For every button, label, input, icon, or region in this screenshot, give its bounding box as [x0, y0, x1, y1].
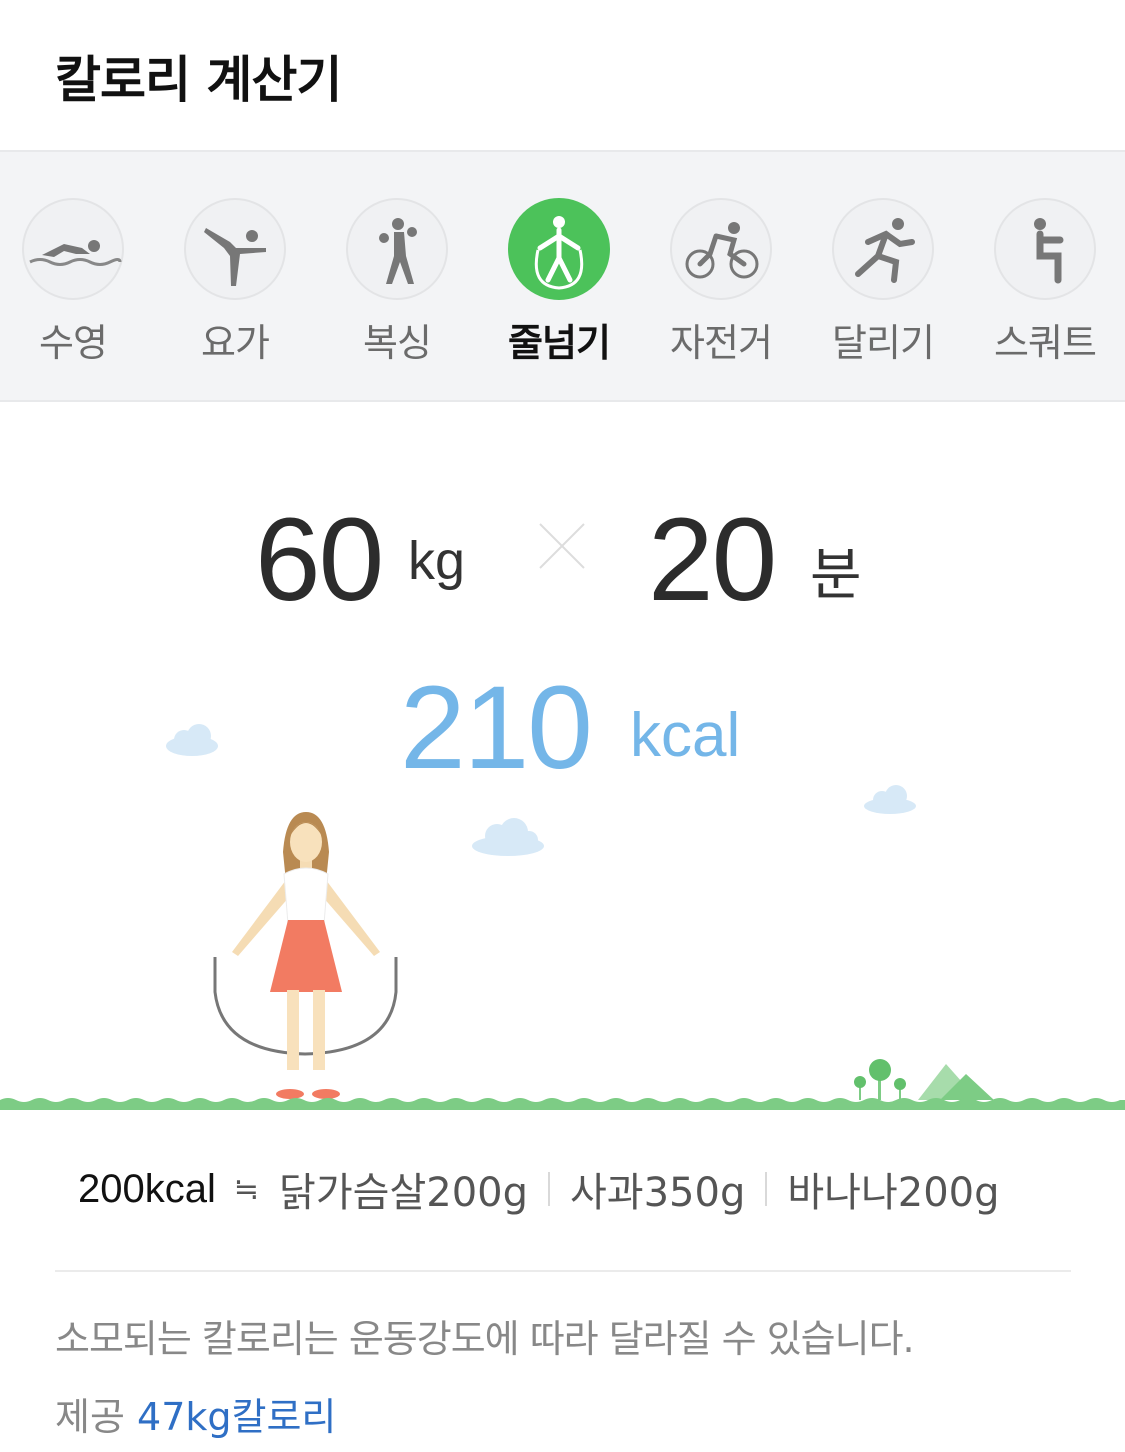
weight-unit: kg [408, 531, 466, 591]
section-divider [55, 1270, 1071, 1272]
boxing-icon [346, 198, 448, 300]
tree-icon [854, 1059, 906, 1100]
exercise-tabs: 수영 요가 복싱 줄넘기 자전거 달리기 스쿼트 [0, 150, 1125, 402]
food-item: 닭가슴살200g [279, 1170, 528, 1216]
tab-jump-rope[interactable]: 줄넘기 [494, 198, 624, 368]
weight-value[interactable]: 60 [255, 492, 384, 628]
provider-link[interactable]: 47kg칼로리 [137, 1395, 336, 1439]
tab-swimming[interactable]: 수영 [8, 198, 138, 368]
cycling-icon [670, 198, 772, 300]
tab-boxing[interactable]: 복싱 [332, 198, 462, 368]
tab-label: 스쿼트 [994, 321, 1097, 365]
tab-label: 수영 [39, 321, 108, 365]
notice-text: 소모되는 칼로리는 운동강도에 따라 달라질 수 있습니다. [55, 1317, 915, 1361]
cloud-icon [472, 818, 544, 856]
jump-rope-icon [508, 198, 610, 300]
girl-figure [232, 812, 380, 1099]
header: 칼로리 계산기 [0, 0, 1125, 150]
equiv-base: 200kcal [78, 1166, 216, 1211]
divider [765, 1172, 768, 1206]
yoga-icon [184, 198, 286, 300]
tab-label: 복싱 [363, 321, 432, 365]
squat-icon [994, 198, 1096, 300]
running-icon [832, 198, 934, 300]
minutes-value[interactable]: 20 [648, 492, 777, 628]
tab-squat[interactable]: 스쿼트 [980, 198, 1110, 368]
cloud-icon [166, 724, 218, 756]
food-item: 사과350g [570, 1170, 746, 1216]
multiply-icon [539, 523, 585, 569]
tab-label: 요가 [201, 321, 270, 365]
jump-rope-illustration [0, 724, 1125, 1110]
food-equivalents: 200kcal ≒ 닭가슴살200g 사과350g 바나나200g [78, 1160, 999, 1220]
food-item: 바나나200g [787, 1170, 1000, 1216]
provider: 제공 47kg칼로리 [55, 1386, 336, 1441]
approx-symbol: ≒ [233, 1171, 260, 1207]
tab-label: 자전거 [670, 321, 773, 365]
tab-label: 줄넘기 [508, 321, 611, 365]
page-title: 칼로리 계산기 [55, 51, 342, 109]
tab-yoga[interactable]: 요가 [170, 198, 300, 368]
cloud-icon [864, 785, 916, 814]
divider [548, 1172, 550, 1206]
tab-label: 달리기 [832, 321, 935, 365]
tab-cycling[interactable]: 자전거 [656, 198, 786, 368]
tab-running[interactable]: 달리기 [818, 198, 948, 368]
swimming-icon [22, 198, 124, 300]
minutes-unit: 분 [810, 543, 862, 608]
provider-label: 제공 [55, 1395, 125, 1439]
